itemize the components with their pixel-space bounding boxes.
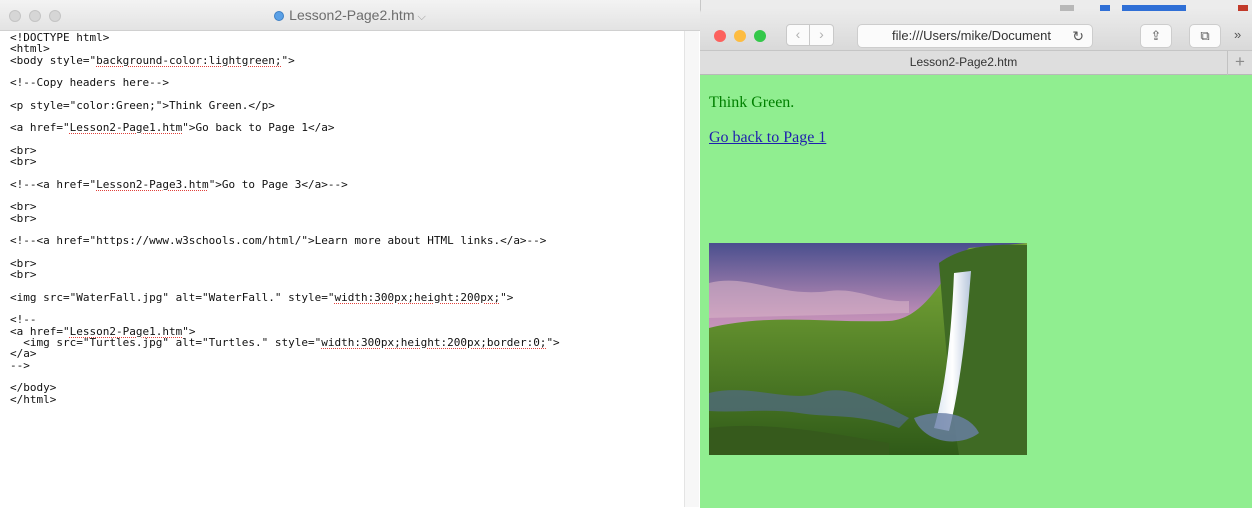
code-line: -->	[10, 358, 30, 372]
waterfall-image	[709, 243, 1027, 455]
share-icon: ⇪	[1150, 28, 1162, 43]
spellcheck-underlined-word: width:300px;height:200px;border:0;	[321, 336, 547, 350]
code-line: <!--Copy headers here-->	[10, 76, 169, 90]
forward-button[interactable]: ›	[810, 24, 834, 46]
code-line: <br>	[10, 155, 37, 169]
code-line: <br>	[10, 211, 37, 225]
spellcheck-underlined-word: Lesson2-Page3.htm	[96, 177, 209, 191]
code-line: <img src="Turtles.jpg" alt="Turtles." st…	[10, 336, 560, 350]
double-chevron-right-icon: »	[1234, 27, 1242, 42]
chevron-down-icon: ⌵	[417, 11, 426, 23]
tab-bar: Lesson2-Page2.htm +	[700, 50, 1252, 75]
tab-lesson2-page2[interactable]: Lesson2-Page2.htm	[700, 51, 1227, 75]
close-button[interactable]	[714, 30, 726, 42]
plus-icon: +	[1235, 52, 1245, 71]
code-editor[interactable]: <!DOCTYPE html> <html> <body style="back…	[10, 32, 690, 405]
safari-window: ‹ › file:///Users/mike/Document ↻ ⇪ ⧉ » …	[700, 0, 1252, 508]
editor-title-text: Lesson2-Page2.htm	[289, 7, 415, 23]
spellcheck-underlined-word: background-color:lightgreen;	[96, 53, 282, 67]
address-text: file:///Users/mike/Document	[892, 28, 1051, 43]
editor-title[interactable]: Lesson2-Page2.htm ⌵	[0, 7, 700, 24]
code-line: <p style="color:Green;">Think Green.</p>	[10, 98, 275, 112]
chevron-left-icon: ‹	[795, 26, 801, 42]
tabs-icon: ⧉	[1200, 28, 1210, 43]
think-green-paragraph: Think Green.	[709, 94, 795, 111]
code-line: <!--<a href="Lesson2-Page3.htm">Go to Pa…	[10, 177, 348, 191]
code-line: <br>	[10, 268, 37, 282]
document-icon	[274, 11, 285, 21]
back-button[interactable]: ‹	[786, 24, 810, 46]
editor-scrollbar[interactable]	[684, 31, 699, 507]
code-line: <img src="WaterFall.jpg" alt="WaterFall.…	[10, 290, 514, 304]
chevron-right-icon: ›	[819, 26, 824, 42]
more-toolbar-items-button[interactable]: »	[1234, 27, 1241, 42]
spellcheck-underlined-word: Lesson2-Page1.htm	[69, 121, 183, 135]
code-line: </html>	[10, 392, 57, 406]
spellcheck-underlined-word: width:300px;height:200px;	[334, 290, 501, 304]
code-line: <!--<a href="https://www.w3schools.com/h…	[10, 234, 547, 248]
zoom-button[interactable]	[754, 30, 766, 42]
minimize-button[interactable]	[734, 30, 746, 42]
waterfall-picture	[709, 243, 1027, 455]
tab-title: Lesson2-Page2.htm	[909, 55, 1018, 69]
editor-titlebar: Lesson2-Page2.htm ⌵	[0, 0, 700, 31]
editor-window: Lesson2-Page2.htm ⌵ <!DOCTYPE html> <html…	[0, 0, 701, 508]
share-button[interactable]: ⇪	[1140, 24, 1172, 48]
web-page: Think Green. Go back to Page 1	[700, 75, 1252, 508]
address-bar[interactable]: file:///Users/mike/Document ↻	[857, 24, 1093, 48]
background-window-graphic	[1060, 5, 1248, 11]
go-back-link[interactable]: Go back to Page 1	[709, 129, 826, 147]
code-line: <a href="Lesson2-Page1.htm">Go back to P…	[10, 121, 335, 135]
reload-icon[interactable]: ↻	[1072, 25, 1084, 47]
browser-toolbar: ‹ › file:///Users/mike/Document ↻ ⇪ ⧉ »	[700, 8, 1252, 50]
background-window-edge	[1060, 0, 1252, 11]
new-tab-button[interactable]: +	[1227, 51, 1252, 75]
code-line: <body style="background-color:lightgreen…	[10, 53, 295, 67]
show-tabs-button[interactable]: ⧉	[1189, 24, 1221, 48]
